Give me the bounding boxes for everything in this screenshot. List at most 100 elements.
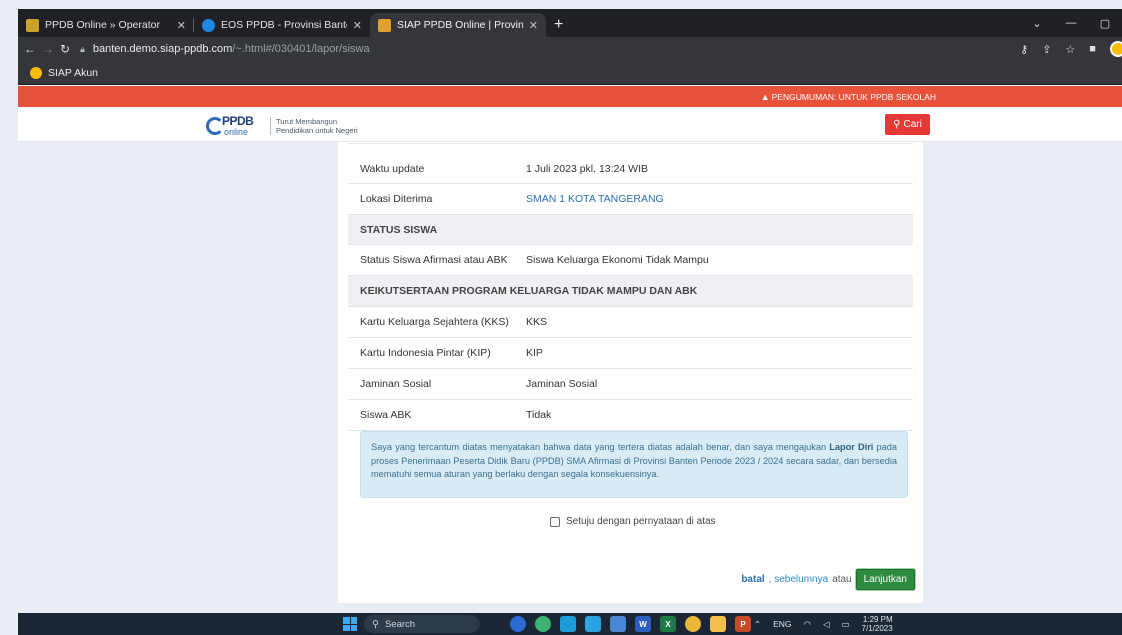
row-label: Siswa ABK (360, 409, 412, 421)
bookmarks-bar: SIAP Akun (18, 61, 1122, 85)
row-jaminan-sosial: Jaminan Sosial Jaminan Sosial (348, 369, 913, 400)
start-icon[interactable] (343, 617, 357, 631)
logo-ppdb-text: PPDB (222, 114, 254, 128)
whatsapp-icon[interactable] (535, 616, 551, 632)
app-icon[interactable] (610, 616, 626, 632)
row-label: Lokasi Diterima (360, 193, 433, 205)
volume-icon[interactable]: ◁ (823, 619, 830, 630)
section-heading: KEIKUTSERTAAN PROGRAM KELUARGA TIDAK MAM… (360, 285, 698, 297)
app-icon[interactable] (560, 616, 576, 632)
continue-button[interactable]: Lanjutkan (855, 569, 915, 590)
taskbar-search[interactable]: ⚲ Search (364, 615, 480, 633)
row-lokasi-diterima: Lokasi Diterima SMAN 1 KOTA TANGERANG (348, 184, 913, 215)
agree-label: Setuju dengan pernyataan di atas (566, 516, 716, 527)
tab-favicon-icon (202, 18, 215, 32)
windows-taskbar: ⚲ Search W X P ⌃ ENG ◠ ◁ ▭ 1:29 PM 7/1/2… (18, 613, 1122, 635)
form-actions: batal , sebelumnya atau Lanjutkan (741, 569, 915, 590)
search-button-label: Cari (903, 119, 922, 130)
restore-icon[interactable]: ▢ (1088, 17, 1122, 30)
announcement-link[interactable]: PENGUMUMAN: UNTUK PPDB SEKOLAH (772, 92, 936, 102)
key-icon[interactable]: ⚷ (1020, 43, 1028, 56)
reload-icon[interactable]: ↻ (60, 42, 70, 56)
notice-bold: Lapor Diri (829, 442, 874, 452)
clock-date: 7/1/2023 (861, 624, 893, 633)
row-label: Kartu Keluarga Sejahtera (KKS) (360, 316, 509, 328)
section-status-siswa: STATUS SISWA (348, 215, 913, 245)
notes-icon[interactable] (585, 616, 601, 632)
row-kip: Kartu Indonesia Pintar (KIP) KIP (348, 338, 913, 369)
cancel-link[interactable]: batal (741, 574, 764, 585)
row-label: Status Siswa Afirmasi atau ABK (360, 254, 508, 266)
window-controls: ⌄ — ▢ (1020, 9, 1122, 37)
row-label: Jaminan Sosial (360, 378, 432, 390)
tab-siap-ppdb[interactable]: SIAP PPDB Online | Provinsi Bant ✕ (370, 13, 546, 37)
table-row-cut (348, 142, 913, 144)
taskbar-apps: W X P (510, 616, 751, 632)
row-value: Siswa Keluarga Ekonomi Tidak Mampu (526, 254, 709, 266)
agree-checkbox-row[interactable]: Setuju dengan pernyataan di atas (550, 516, 716, 527)
row-value-link[interactable]: SMAN 1 KOTA TANGERANG (518, 193, 664, 205)
row-value: Jaminan Sosial (526, 378, 598, 390)
tagline-line-2: Pendidikan untuk Negeri (276, 126, 358, 135)
lock-icon: 🔒︎ (80, 43, 85, 54)
or-text: atau (832, 574, 852, 585)
search-button[interactable]: ⚲ Cari (885, 114, 930, 135)
url-field[interactable]: 🔒︎ banten.demo.siap-ppdb.com /~.html#/03… (80, 40, 1020, 58)
bookmark-favicon-icon (30, 66, 42, 79)
word-icon[interactable]: W (635, 616, 651, 632)
folder-icon[interactable] (710, 616, 726, 632)
forward-icon[interactable]: → (42, 42, 54, 56)
bookmark-siap-akun[interactable]: SIAP Akun (48, 67, 98, 79)
excel-icon[interactable]: X (660, 616, 676, 632)
site-logo[interactable]: PPDB online Turut Membangun Pendidikan u… (206, 115, 358, 137)
star-icon[interactable]: ☆ (1065, 43, 1075, 56)
site-header: PPDB online Turut Membangun Pendidikan u… (18, 107, 1122, 142)
url-host: banten.demo.siap-ppdb.com (92, 43, 233, 55)
row-value: Tidak (526, 409, 552, 421)
declaration-notice: Saya yang tercantum diatas menyatakan ba… (360, 431, 908, 498)
battery-icon[interactable]: ▭ (842, 619, 850, 630)
address-bar-row: ← → ↻ 🔒︎ banten.demo.siap-ppdb.com /~.ht… (18, 37, 1122, 61)
clock-time: 1:29 PM (862, 615, 893, 624)
ppdb-logo-mark: PPDB online (206, 115, 266, 137)
clock[interactable]: 1:29 PM 7/1/2023 (862, 615, 893, 633)
row-label: Waktu update (360, 162, 425, 175)
minimize-icon[interactable]: — (1054, 17, 1088, 29)
agree-checkbox[interactable] (550, 516, 560, 527)
row-value: KIP (526, 347, 543, 359)
back-icon[interactable]: ← (24, 42, 36, 56)
notice-text-1: Saya yang tercantum diatas menyatakan ba… (371, 442, 830, 452)
close-tab-icon[interactable]: ✕ (353, 19, 362, 32)
announcement-bar: ▲ PENGUMUMAN: UNTUK PPDB SEKOLAH (18, 86, 1122, 107)
lapor-diri-card: Waktu update 1 Juli 2023 pkl. 13:24 WIB … (338, 142, 923, 603)
row-value: 1 Juli 2023 pkl. 13:24 WIB (526, 162, 648, 175)
close-tab-icon[interactable]: ✕ (177, 19, 186, 32)
app-icon[interactable] (510, 616, 526, 632)
row-label: Kartu Indonesia Pintar (KIP) (360, 347, 491, 359)
close-tab-icon[interactable]: ✕ (529, 19, 538, 32)
powerpoint-icon[interactable]: P (735, 616, 751, 632)
language-indicator[interactable]: ENG (773, 619, 791, 629)
logo-tagline: Turut Membangun Pendidikan untuk Negeri (270, 117, 358, 135)
tab-search-icon[interactable]: ⌄ (1020, 17, 1054, 30)
tab-title: PPDB Online » Operator (45, 19, 160, 31)
section-program: KEIKUTSERTAAN PROGRAM KELUARGA TIDAK MAM… (348, 276, 913, 307)
tab-eos-ppdb[interactable]: EOS PPDB - Provinsi Banten ✕ (194, 13, 370, 37)
tab-title: EOS PPDB - Provinsi Banten (221, 19, 347, 31)
chevron-up-icon[interactable]: ⌃ (754, 619, 761, 630)
chrome-icon[interactable] (685, 616, 701, 632)
previous-link[interactable]: , sebelumnya (769, 574, 828, 585)
new-tab-button[interactable]: + (546, 13, 571, 37)
sidepanel-icon[interactable]: ■ (1089, 43, 1096, 55)
profile-avatar[interactable] (1109, 41, 1122, 57)
wifi-icon[interactable]: ◠ (804, 619, 811, 630)
row-status-afirmasi: Status Siswa Afirmasi atau ABK Siswa Kel… (348, 245, 913, 276)
tab-ppdb-operator[interactable]: PPDB Online » Operator ✕ (18, 13, 194, 37)
taskbar-search-label: Search (384, 618, 416, 630)
toolbar-icons: ⚷ ⇪ ☆ ■ (1020, 41, 1122, 57)
warning-icon: ▲ (760, 91, 770, 102)
url-path: /~.html#/030401/lapor/siswa (232, 43, 370, 55)
search-icon: ⚲ (893, 119, 901, 130)
section-heading: STATUS SISWA (360, 223, 438, 236)
share-icon[interactable]: ⇪ (1042, 43, 1051, 56)
